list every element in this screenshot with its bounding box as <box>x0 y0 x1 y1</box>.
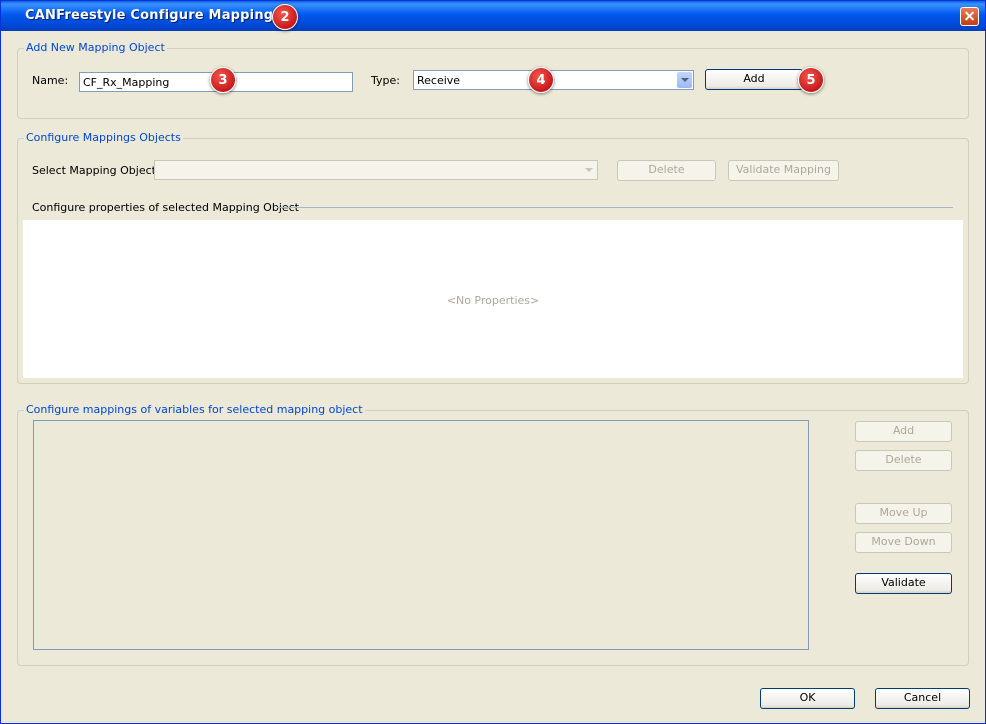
properties-panel[interactable]: <No Properties> <box>23 220 963 378</box>
variables-list[interactable] <box>33 420 809 650</box>
add-variable-button[interactable]: Add <box>855 421 952 442</box>
no-properties-text: <No Properties> <box>446 294 540 307</box>
add-mapping-button[interactable]: Add <box>705 69 803 90</box>
title-bar[interactable]: CANFreestyle Configure Mappings <box>1 1 985 31</box>
callout-badge-3: 3 <box>210 67 236 93</box>
callout-badge-4: 4 <box>528 67 554 93</box>
variables-legend: Configure mappings of variables for sele… <box>24 403 365 416</box>
configure-objects-legend: Configure Mappings Objects <box>24 131 183 144</box>
properties-separator <box>277 207 953 208</box>
select-mapping-label: Select Mapping Object: <box>32 164 160 177</box>
type-label: Type: <box>371 74 400 87</box>
callout-badge-5: 5 <box>798 67 824 93</box>
callout-badge-2: 2 <box>272 4 298 30</box>
window-title: CANFreestyle Configure Mappings <box>25 8 282 23</box>
chevron-down-icon[interactable] <box>581 162 596 178</box>
mapping-object-select[interactable] <box>154 160 598 180</box>
validate-variables-button[interactable]: Validate <box>855 573 952 594</box>
chevron-down-icon[interactable] <box>677 72 692 88</box>
type-select-value: Receive <box>417 74 461 87</box>
close-button[interactable] <box>960 7 979 26</box>
delete-mapping-button[interactable]: Delete <box>617 160 716 181</box>
add-mapping-legend: Add New Mapping Object <box>24 41 167 54</box>
move-up-button[interactable]: Move Up <box>855 503 952 524</box>
properties-heading: Configure properties of selected Mapping… <box>32 201 299 214</box>
configure-mappings-dialog: CANFreestyle Configure Mappings 2 Add Ne… <box>0 0 986 724</box>
name-label: Name: <box>32 74 69 87</box>
delete-variable-button[interactable]: Delete <box>855 450 952 471</box>
ok-button[interactable]: OK <box>760 688 855 709</box>
validate-mapping-button[interactable]: Validate Mapping <box>728 160 839 181</box>
move-down-button[interactable]: Move Down <box>855 532 952 553</box>
cancel-button[interactable]: Cancel <box>875 688 970 709</box>
